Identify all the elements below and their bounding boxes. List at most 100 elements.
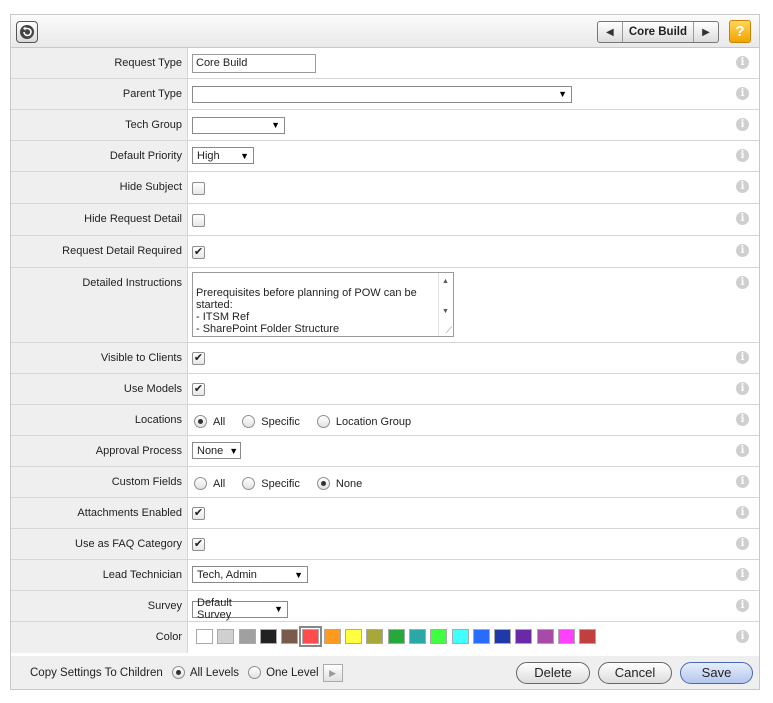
row-hide-request-detail: Hide Request Detail i bbox=[11, 204, 759, 236]
use-models-checkbox[interactable]: ✔ bbox=[192, 383, 205, 396]
color-swatch[interactable] bbox=[430, 629, 448, 644]
color-swatch[interactable] bbox=[558, 629, 576, 644]
color-swatch[interactable] bbox=[408, 629, 426, 644]
use-as-faq-category-checkbox[interactable]: ✔ bbox=[192, 538, 205, 551]
attachments-enabled-checkbox[interactable]: ✔ bbox=[192, 507, 205, 520]
radio[interactable] bbox=[242, 415, 256, 428]
scroll-down-icon[interactable]: ▼ bbox=[442, 306, 449, 318]
radio[interactable] bbox=[194, 477, 207, 490]
info-icon[interactable]: i bbox=[736, 276, 749, 289]
color-swatch[interactable] bbox=[472, 629, 490, 644]
locations-specific-option[interactable]: Specific bbox=[242, 415, 300, 428]
color-swatch[interactable] bbox=[323, 629, 341, 644]
radio-selected[interactable] bbox=[171, 666, 185, 679]
info-icon[interactable]: i bbox=[736, 87, 749, 100]
copy-settings-label: Copy Settings To Children bbox=[30, 666, 163, 679]
color-swatch[interactable] bbox=[281, 629, 299, 644]
row-detailed-instructions: Detailed Instructions Prerequisites befo… bbox=[11, 268, 759, 343]
color-swatch[interactable] bbox=[451, 629, 469, 644]
color-swatch[interactable] bbox=[494, 629, 512, 644]
radio[interactable] bbox=[316, 415, 330, 428]
dropdown-arrow-icon: ▼ bbox=[274, 604, 283, 614]
checkmark-icon: ✔ bbox=[193, 507, 204, 519]
color-swatch[interactable] bbox=[536, 629, 554, 644]
visible-to-clients-label: Visible to Clients bbox=[11, 343, 188, 373]
color-swatch[interactable] bbox=[299, 626, 323, 647]
hide-subject-label: Hide Subject bbox=[11, 172, 188, 203]
info-icon[interactable]: i bbox=[736, 149, 749, 162]
color-swatch[interactable] bbox=[196, 629, 213, 644]
use-models-label: Use Models bbox=[11, 374, 188, 404]
radio[interactable] bbox=[242, 477, 256, 490]
approval-process-select[interactable]: None ▼ bbox=[192, 442, 241, 459]
row-use-as-faq-category: Use as FAQ Category ✔ i bbox=[11, 529, 759, 560]
color-swatch[interactable] bbox=[238, 629, 256, 644]
survey-select[interactable]: Default Survey ▼ bbox=[192, 597, 288, 621]
info-icon[interactable]: i bbox=[736, 444, 749, 457]
current-record-label: Core Build bbox=[621, 22, 694, 42]
info-icon[interactable]: i bbox=[736, 599, 749, 612]
hide-request-detail-label: Hide Request Detail bbox=[11, 204, 188, 235]
resize-handle-icon[interactable]: ⟋ bbox=[446, 324, 452, 336]
next-record-button[interactable]: ▶ bbox=[694, 22, 718, 42]
row-use-models: Use Models ✔ i bbox=[11, 374, 759, 405]
apply-copy-button[interactable]: ▶ bbox=[322, 663, 343, 682]
info-icon[interactable]: i bbox=[736, 212, 749, 225]
custom-fields-label: Custom Fields bbox=[11, 467, 188, 497]
row-visible-to-clients: Visible to Clients ✔ i bbox=[11, 343, 759, 374]
tech-group-select[interactable]: ▼ bbox=[192, 116, 285, 134]
custom-fields-specific-option[interactable]: Specific bbox=[242, 477, 300, 490]
info-icon[interactable]: i bbox=[736, 180, 749, 193]
lead-technician-select[interactable]: Tech, Admin ▼ bbox=[192, 566, 308, 583]
color-swatch[interactable] bbox=[217, 629, 235, 644]
hide-subject-checkbox[interactable] bbox=[192, 182, 205, 195]
request-detail-required-checkbox[interactable]: ✔ bbox=[192, 246, 205, 259]
row-attachments-enabled: Attachments Enabled ✔ i bbox=[11, 498, 759, 529]
request-type-input[interactable]: Core Build bbox=[192, 54, 316, 73]
hide-request-detail-checkbox[interactable] bbox=[192, 214, 205, 227]
checkmark-icon: ✔ bbox=[193, 352, 204, 364]
info-icon[interactable]: i bbox=[736, 475, 749, 488]
custom-fields-none-option[interactable]: None bbox=[316, 477, 362, 490]
visible-to-clients-checkbox[interactable]: ✔ bbox=[192, 352, 205, 365]
locations-all-option[interactable]: All bbox=[194, 415, 225, 428]
info-icon[interactable]: i bbox=[736, 413, 749, 426]
info-icon[interactable]: i bbox=[736, 537, 749, 550]
previous-record-button[interactable]: ◀ bbox=[598, 22, 622, 42]
scroll-up-icon[interactable]: ▲ bbox=[442, 276, 449, 288]
info-icon[interactable]: i bbox=[736, 351, 749, 364]
custom-fields-all-option[interactable]: All bbox=[194, 477, 225, 490]
delete-button[interactable]: Delete bbox=[516, 662, 590, 684]
info-icon[interactable]: i bbox=[736, 506, 749, 519]
locations-location-group-option[interactable]: Location Group bbox=[316, 415, 411, 428]
cancel-button[interactable]: Cancel bbox=[598, 662, 672, 684]
info-icon[interactable]: i bbox=[736, 382, 749, 395]
dropdown-arrow-icon: ▼ bbox=[558, 89, 567, 99]
detailed-instructions-label: Detailed Instructions bbox=[11, 268, 188, 342]
parent-type-select[interactable]: ▼ bbox=[192, 85, 572, 103]
detailed-instructions-textarea[interactable]: Prerequisites before planning of POW can… bbox=[192, 272, 454, 337]
back-button[interactable] bbox=[16, 21, 38, 43]
info-icon[interactable]: i bbox=[736, 118, 749, 131]
textarea-scrollbar[interactable]: ▲ ▼ ⟋ bbox=[438, 273, 453, 336]
color-swatch[interactable] bbox=[579, 629, 597, 644]
color-swatch[interactable] bbox=[259, 629, 277, 644]
radio-selected[interactable] bbox=[316, 477, 330, 490]
help-button[interactable]: ? bbox=[729, 20, 751, 43]
all-levels-option[interactable]: All Levels bbox=[171, 666, 239, 679]
color-swatch[interactable] bbox=[515, 629, 533, 644]
radio-selected[interactable] bbox=[194, 415, 207, 428]
info-icon[interactable]: i bbox=[736, 568, 749, 581]
info-icon[interactable]: i bbox=[736, 56, 749, 69]
radio[interactable] bbox=[248, 666, 262, 679]
info-icon[interactable]: i bbox=[736, 244, 749, 257]
row-default-priority: Default Priority High ▼ i bbox=[11, 141, 759, 172]
info-icon[interactable]: i bbox=[736, 630, 749, 643]
save-button[interactable]: Save bbox=[680, 662, 753, 684]
color-swatch[interactable] bbox=[366, 629, 384, 644]
one-level-option[interactable]: One Level bbox=[248, 666, 319, 679]
approval-process-label: Approval Process bbox=[11, 436, 188, 466]
color-swatch[interactable] bbox=[387, 629, 405, 644]
color-swatch[interactable] bbox=[345, 629, 363, 644]
default-priority-select[interactable]: High ▼ bbox=[192, 147, 254, 164]
